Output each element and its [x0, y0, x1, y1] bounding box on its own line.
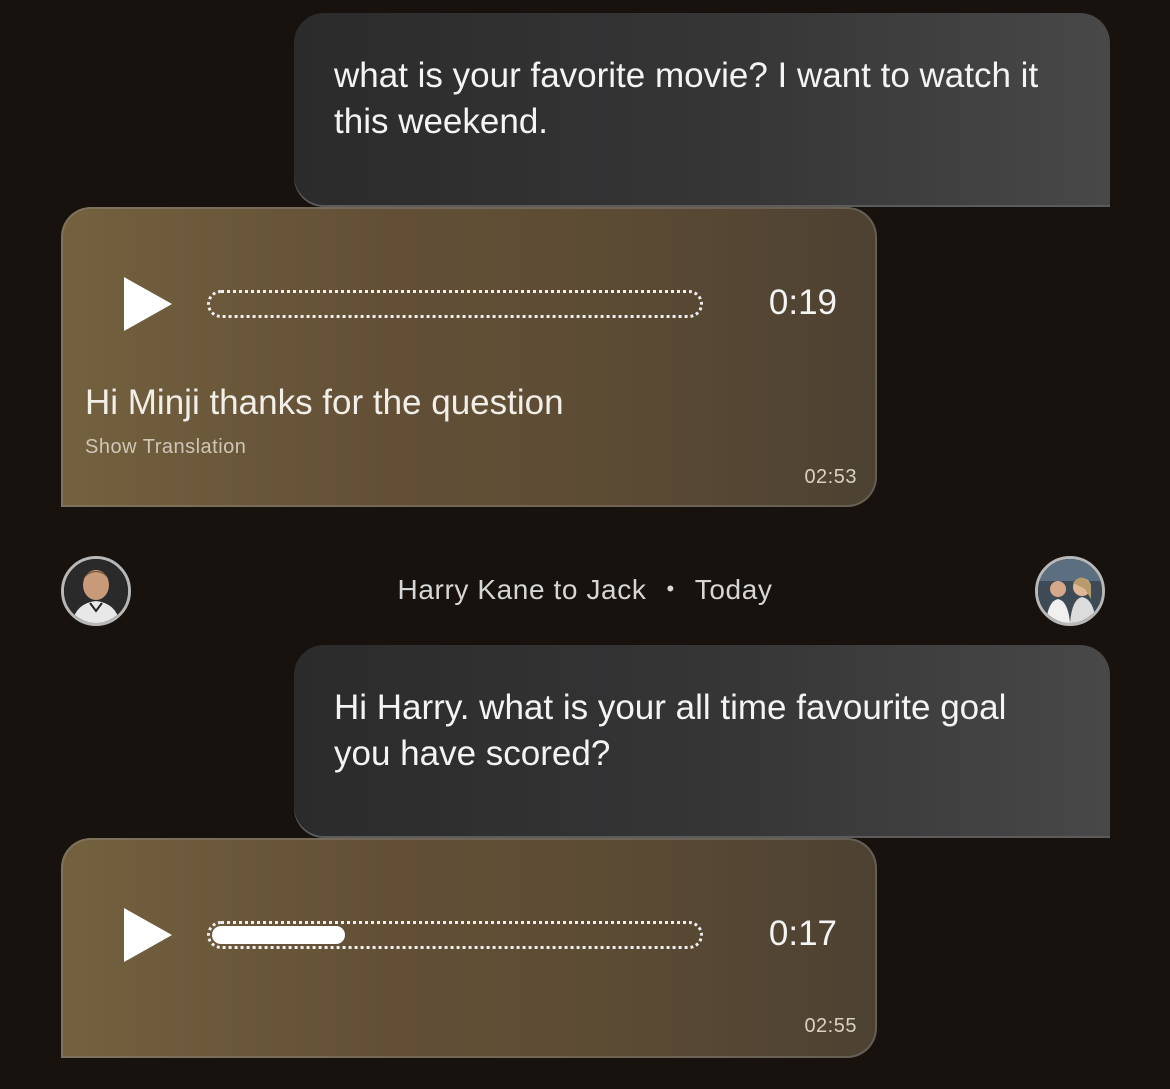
sender-to-recipient: Harry Kane to Jack: [397, 574, 647, 605]
audio-duration: 0:17: [768, 914, 837, 953]
voice-transcript: Hi Minji thanks for the question: [85, 383, 564, 422]
conversation-date: Today: [694, 574, 773, 605]
recipient-avatar-image: [1038, 559, 1102, 623]
play-icon: [124, 277, 172, 331]
message-text: what is your favorite movie? I want to w…: [334, 56, 1039, 141]
play-icon: [124, 908, 172, 962]
show-translation-link[interactable]: Show Translation: [85, 436, 246, 459]
conversation-header: Harry Kane to Jack • Today: [0, 574, 1170, 606]
outgoing-message: Hi Harry. what is your all time favourit…: [294, 645, 1110, 838]
audio-progress-bar[interactable]: [207, 290, 703, 318]
play-button[interactable]: [122, 906, 174, 964]
play-button[interactable]: [122, 275, 174, 333]
message-timestamp: 02:55: [804, 1015, 857, 1037]
message-text: Hi Harry. what is your all time favourit…: [334, 688, 1007, 773]
voice-message: 0:17 02:55: [61, 838, 877, 1058]
outgoing-message: what is your favorite movie? I want to w…: [294, 13, 1110, 207]
chat-thread: what is your favorite movie? I want to w…: [0, 0, 1170, 1089]
separator-dot: •: [666, 576, 675, 601]
voice-message: 0:19 Hi Minji thanks for the question Sh…: [61, 207, 877, 507]
recipient-avatar[interactable]: [1035, 556, 1105, 626]
audio-duration: 0:19: [768, 283, 837, 322]
message-timestamp: 02:53: [804, 466, 857, 488]
audio-progress-fill: [212, 926, 346, 944]
audio-progress-bar[interactable]: [207, 921, 703, 949]
